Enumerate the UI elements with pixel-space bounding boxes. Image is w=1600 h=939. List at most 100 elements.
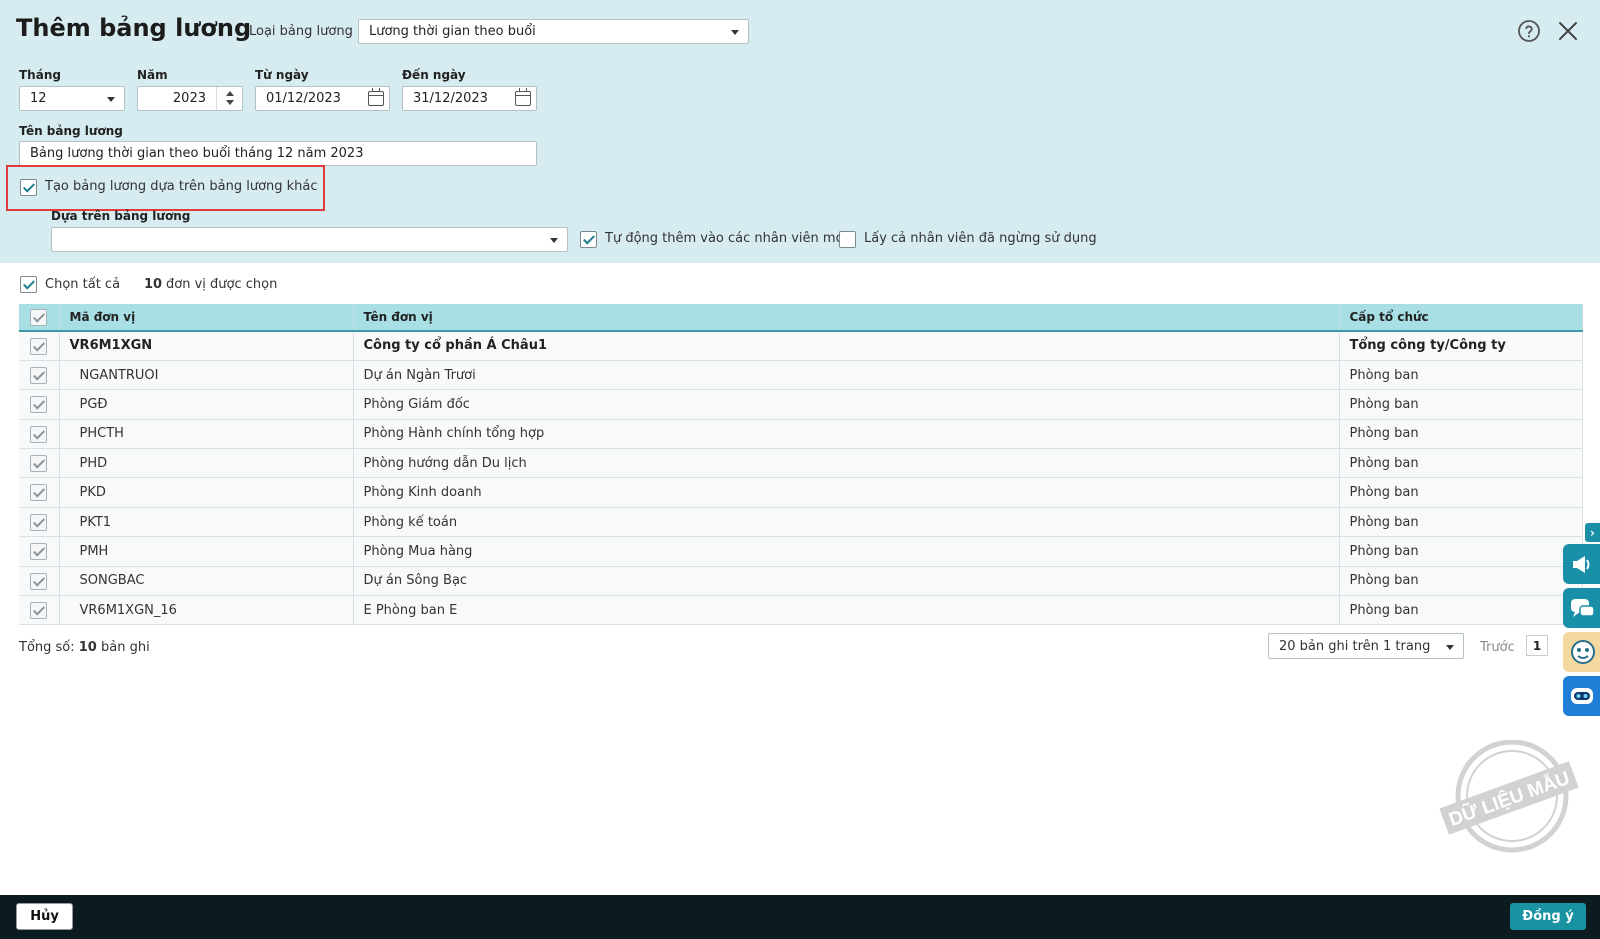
unit-code-cell: VR6M1XGN_16 xyxy=(59,595,354,626)
unit-name-cell: Phòng Giám đốc xyxy=(353,389,1340,420)
total-records: Tổng số: 10 bản ghi xyxy=(19,640,150,655)
unit-level-cell: Phòng ban xyxy=(1339,360,1583,391)
column-header[interactable]: Cấp tổ chức xyxy=(1339,304,1583,332)
unit-level-cell: Phòng ban xyxy=(1339,389,1583,420)
prev-page-button[interactable]: Trước xyxy=(1480,640,1515,655)
unit-level-cell: Phòng ban xyxy=(1339,419,1583,450)
calendar-icon[interactable] xyxy=(368,88,384,106)
announcement-tab[interactable] xyxy=(1563,544,1600,584)
auto-add-checkbox[interactable] xyxy=(580,231,597,248)
unit-name-cell: Phòng kế toán xyxy=(353,507,1340,538)
mascot-support-icon xyxy=(1571,640,1595,664)
column-header[interactable]: Tên đơn vị xyxy=(353,304,1340,332)
year-stepper[interactable]: 2023 xyxy=(137,86,243,111)
ok-button[interactable]: Đồng ý xyxy=(1510,903,1586,930)
table-row[interactable]: NGANTRUOI Dự án Ngàn Trươi Phòng ban xyxy=(19,360,1583,391)
month-label: Tháng xyxy=(19,68,61,82)
column-header[interactable]: Mã đơn vị xyxy=(59,304,354,332)
select-all-label[interactable]: Chọn tất cả xyxy=(45,277,120,292)
row-checkbox[interactable] xyxy=(30,366,47,384)
based-on-other-checkbox[interactable] xyxy=(20,179,37,196)
current-page[interactable]: 1 xyxy=(1526,635,1548,656)
unit-code-cell: SONGBAC xyxy=(59,566,354,597)
unit-name-cell: Dự án Ngàn Trươi xyxy=(353,360,1340,391)
stepper-arrows[interactable] xyxy=(216,87,242,110)
unit-code-cell: PGĐ xyxy=(59,389,354,420)
unit-level-cell: Phòng ban xyxy=(1339,566,1583,597)
unit-name-cell: Dự án Sông Bạc xyxy=(353,566,1340,597)
chat-icon xyxy=(1571,599,1595,617)
table-row[interactable]: PKT1 Phòng kế toán Phòng ban xyxy=(19,507,1583,538)
table-row[interactable]: VR6M1XGN_16 E Phòng ban E Phòng ban xyxy=(19,595,1583,626)
from-date-value: 01/12/2023 xyxy=(266,91,341,106)
robot-icon xyxy=(1571,688,1593,704)
page-size-value: 20 bản ghi trên 1 trang xyxy=(1279,638,1431,654)
table-row[interactable]: PHCTH Phòng Hành chính tổng hợp Phòng ba… xyxy=(19,419,1583,450)
unit-level-cell: Phòng ban xyxy=(1339,595,1583,626)
row-checkbox[interactable] xyxy=(30,513,47,531)
table-row[interactable]: SONGBAC Dự án Sông Bạc Phòng ban xyxy=(19,566,1583,597)
row-checkbox[interactable] xyxy=(30,455,47,473)
table-row[interactable]: PKD Phòng Kinh doanh Phòng ban xyxy=(19,477,1583,508)
select-all-checkbox[interactable] xyxy=(20,276,37,293)
chat-tab[interactable] xyxy=(1563,588,1600,628)
unit-code-cell: PKT1 xyxy=(59,507,354,538)
unit-level-cell: Phòng ban xyxy=(1339,448,1583,479)
unit-level-cell: Phòng ban xyxy=(1339,477,1583,508)
payroll-name-input[interactable]: Bảng lương thời gian theo buổi tháng 12 … xyxy=(19,141,537,166)
calendar-icon[interactable] xyxy=(515,88,531,106)
auto-add-label[interactable]: Tự động thêm vào các nhân viên mới xyxy=(605,231,847,246)
payroll-name-value: Bảng lương thời gian theo buổi tháng 12 … xyxy=(30,146,364,161)
payroll-type-select[interactable]: Lương thời gian theo buổi xyxy=(358,19,749,44)
table-row[interactable]: PMH Phòng Mua hàng Phòng ban xyxy=(19,536,1583,567)
to-date-label: Đến ngày xyxy=(402,68,466,82)
table-row[interactable]: VR6M1XGN Công ty cổ phần Á Châu1 Tổng cô… xyxy=(19,331,1583,361)
unit-name-cell: Công ty cổ phần Á Châu1 xyxy=(353,331,1340,361)
unit-name-cell: Phòng Mua hàng xyxy=(353,536,1340,567)
row-checkbox[interactable] xyxy=(30,425,47,443)
unit-code-cell: PHD xyxy=(59,448,354,479)
header-checkbox-cell xyxy=(19,304,60,332)
table-row[interactable]: PHD Phòng hướng dẫn Du lịch Phòng ban xyxy=(19,448,1583,479)
unit-table: Mã đơn vị Tên đơn vị Cấp tổ chức VR6M1XG… xyxy=(19,304,1583,626)
table-row[interactable]: PGĐ Phòng Giám đốc Phòng ban xyxy=(19,389,1583,420)
year-label: Năm xyxy=(137,68,168,82)
unit-name-cell: E Phòng ban E xyxy=(353,595,1340,626)
row-checkbox[interactable] xyxy=(30,602,47,620)
include-inactive-label[interactable]: Lấy cả nhân viên đã ngừng sử dụng xyxy=(864,231,1097,246)
unit-name-cell: Phòng Kinh doanh xyxy=(353,477,1340,508)
month-value: 12 xyxy=(30,91,47,106)
year-value: 2023 xyxy=(172,91,206,106)
unit-code-cell: PHCTH xyxy=(59,419,354,450)
row-checkbox[interactable] xyxy=(30,484,47,502)
unit-code-cell: PMH xyxy=(59,536,354,567)
selected-count-suffix: đơn vị được chọn xyxy=(166,277,278,292)
close-icon[interactable] xyxy=(1558,21,1578,41)
page-size-select[interactable]: 20 bản ghi trên 1 trang xyxy=(1268,633,1464,659)
to-date-input[interactable]: 31/12/2023 xyxy=(402,86,537,111)
unit-code-cell: VR6M1XGN xyxy=(59,331,354,361)
cancel-button[interactable]: Hủy xyxy=(16,903,73,930)
watermark-text: DỮ LIỆU MẪU xyxy=(1446,767,1572,831)
from-date-label: Từ ngày xyxy=(255,68,309,82)
based-on-other-label[interactable]: Tạo bảng lương dựa trên bảng lương khác xyxy=(45,179,318,194)
row-checkbox[interactable] xyxy=(30,396,47,414)
help-icon[interactable] xyxy=(1517,19,1541,43)
table-header-row: Mã đơn vị Tên đơn vị Cấp tổ chức xyxy=(19,304,1583,332)
month-select[interactable]: 12 xyxy=(19,86,125,111)
bot-tab[interactable] xyxy=(1563,676,1600,716)
side-toggle-chevron-icon[interactable]: › xyxy=(1585,523,1600,542)
chevron-down-icon xyxy=(1446,645,1454,650)
row-checkbox[interactable] xyxy=(30,543,47,561)
support-tab[interactable] xyxy=(1563,632,1600,672)
from-date-input[interactable]: 01/12/2023 xyxy=(255,86,390,111)
include-inactive-checkbox[interactable] xyxy=(839,231,856,248)
total-count: 10 xyxy=(78,640,97,655)
row-checkbox[interactable] xyxy=(30,338,47,355)
chevron-down-icon xyxy=(550,238,558,243)
row-checkbox[interactable] xyxy=(30,572,47,590)
unit-code-cell: PKD xyxy=(59,477,354,508)
payroll-type-label: Loại bảng lương xyxy=(249,24,353,39)
header-checkbox[interactable] xyxy=(30,309,47,326)
based-on-select[interactable] xyxy=(51,227,568,252)
